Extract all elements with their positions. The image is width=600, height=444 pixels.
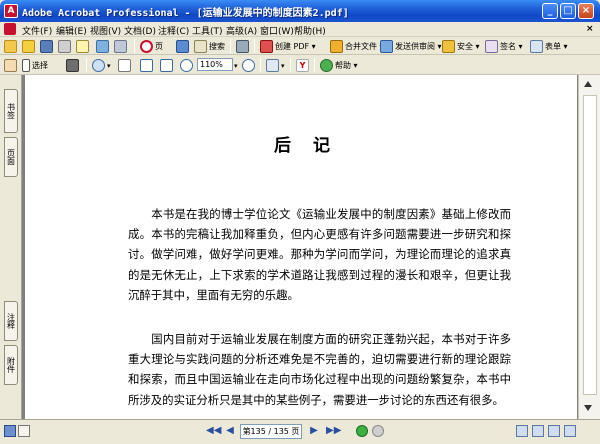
yahoo-icon[interactable]: Y [296, 58, 311, 73]
tab-comments[interactable]: 注释 [4, 301, 18, 341]
help-button[interactable]: 帮助 ▾ [320, 58, 358, 73]
pages-label: 页 [155, 42, 163, 51]
title-bar: A Adobe Acrobat Professional - [运输业发展中的制… [0, 0, 600, 22]
lock-icon [442, 40, 455, 53]
page-size-icon[interactable] [18, 425, 30, 437]
view-toolbar: 选择 ▾ 110% ▾ ▾ Y 帮助 ▾ [0, 55, 600, 75]
forms-button[interactable]: 表单 ▾ [530, 39, 568, 54]
create-pdf-label: 创建 PDF ▾ [275, 42, 316, 51]
tab-attachments[interactable]: 附件 [4, 345, 18, 385]
acrobat-app-icon[interactable]: A [4, 4, 18, 18]
create-pdf-icon[interactable] [4, 39, 19, 54]
continuous-facing-icon[interactable] [564, 425, 576, 437]
zoom-dropdown-icon[interactable]: ▾ [234, 58, 238, 73]
scroll-up-icon[interactable] [584, 81, 592, 87]
help-icon [320, 59, 333, 72]
next-page-icon[interactable]: ▶ [308, 425, 320, 437]
attach-icon[interactable] [114, 39, 129, 54]
zoom-level-input[interactable]: 110% [197, 58, 233, 71]
go-back-icon[interactable] [356, 425, 368, 437]
rotate-icon[interactable]: ▾ [266, 58, 285, 73]
scroll-down-icon[interactable] [584, 405, 592, 411]
menu-file[interactable]: 文件(F) [22, 24, 52, 37]
search-label: 搜索 [209, 42, 225, 51]
previous-page-icon[interactable]: ◀ [224, 425, 236, 437]
select-tool-button[interactable]: 选择 [22, 58, 48, 73]
send-review-label: 发送供审阅 ▾ [395, 42, 442, 51]
print-icon[interactable] [58, 39, 73, 54]
paragraph-2: 国内目前对于运输业发展在制度方面的研究正蓬勃兴起，本书对于许多重大理论与实践问题… [128, 332, 511, 407]
fit-width-icon[interactable] [160, 58, 175, 73]
document-menu-icon[interactable] [4, 23, 16, 35]
vertical-scrollbar[interactable] [578, 75, 600, 419]
scroll-track[interactable] [583, 95, 597, 395]
status-bar: ◀◀ ◀ 第135 / 135 页 ▶ ▶▶ [0, 419, 600, 444]
go-forward-icon[interactable] [372, 425, 384, 437]
first-page-icon[interactable]: ◀◀ [206, 425, 221, 437]
paragraph-1: 本书是在我的博士学位论文《运输业发展中的制度因素》基础上修改而成。本书的完稿让我… [128, 207, 511, 302]
menu-tools[interactable]: 工具(T) [192, 24, 223, 37]
navigation-panel: 书签 页面 注释 附件 [0, 75, 22, 419]
menu-document[interactable]: 文档(D) [124, 24, 156, 37]
fit-page-icon[interactable] [140, 58, 155, 73]
last-page-icon[interactable]: ▶▶ [326, 425, 341, 437]
facing-icon[interactable] [548, 425, 560, 437]
document-close-icon[interactable]: × [586, 24, 594, 34]
create-pdf-button[interactable]: 创建 PDF ▾ [260, 39, 316, 54]
search-button[interactable]: 搜索 [194, 39, 225, 54]
tab-bookmarks[interactable]: 书签 [4, 89, 18, 133]
pdf-page: 后记 本书是在我的博士学位论文《运输业发展中的制度因素》基础上修改而成。本书的完… [25, 75, 577, 419]
send-review-button[interactable]: 发送供审阅 ▾ [380, 39, 442, 54]
sign-button[interactable]: 签名 ▾ [485, 39, 523, 54]
open-icon[interactable] [22, 39, 37, 54]
find-icon[interactable] [176, 39, 191, 54]
zoom-in-icon[interactable] [242, 58, 257, 73]
email-icon[interactable] [76, 39, 91, 54]
tab-pages[interactable]: 页面 [4, 137, 18, 177]
sign-label: 签名 ▾ [500, 42, 523, 51]
continuous-icon[interactable] [532, 425, 544, 437]
menu-view[interactable]: 视图(V) [90, 24, 121, 37]
pen-icon [485, 40, 498, 53]
actual-size-icon[interactable] [118, 58, 133, 73]
select-label: 选择 [32, 61, 48, 70]
menu-advanced[interactable]: 高级(A) [226, 24, 257, 37]
snapshot-icon[interactable] [66, 58, 81, 73]
page-number-field[interactable]: 第135 / 135 页 [240, 424, 302, 439]
menu-help[interactable]: 帮助(H) [294, 24, 326, 37]
menu-edit[interactable]: 编辑(E) [56, 24, 87, 37]
help-label: 帮助 ▾ [335, 61, 358, 70]
save-icon[interactable] [40, 39, 55, 54]
pages-button[interactable]: 页 [140, 39, 163, 54]
maximize-button[interactable]: □ [560, 3, 576, 19]
forms-label: 表单 ▾ [545, 42, 568, 51]
form-icon [530, 40, 543, 53]
camera-icon[interactable] [236, 39, 251, 54]
select-icon [22, 59, 30, 72]
combine-files-label: 合并文件 ▾ [345, 42, 384, 51]
menu-bar: 文件(F) 编辑(E) 视图(V) 文档(D) 注释(C) 工具(T) 高级(A… [0, 22, 600, 37]
document-viewport[interactable]: 后记 本书是在我的博士学位论文《运输业发展中的制度因素》基础上修改而成。本书的完… [22, 75, 578, 419]
combine-files-button[interactable]: 合并文件 ▾ [330, 39, 384, 54]
file-toolbar: 页 搜索 创建 PDF ▾ 合并文件 ▾ 发送供审阅 ▾ 安全 ▾ 签名 ▾ 表… [0, 37, 600, 55]
window-title: Adobe Acrobat Professional - [运输业发展中的制度因… [22, 8, 349, 19]
menu-comments[interactable]: 注释(C) [158, 24, 189, 37]
organizer-icon[interactable] [96, 39, 111, 54]
pdf-page-icon [140, 40, 153, 53]
page-title: 后记 [274, 136, 352, 156]
page-layout-icon[interactable] [4, 425, 16, 437]
zoom-out-icon[interactable] [180, 58, 195, 73]
menu-window[interactable]: 窗口(W) [260, 24, 294, 37]
hand-icon[interactable] [4, 58, 19, 73]
single-page-icon[interactable] [516, 425, 528, 437]
search-icon [194, 40, 207, 53]
close-button[interactable]: × [578, 3, 594, 19]
secure-button[interactable]: 安全 ▾ [442, 39, 480, 54]
zoom-icon[interactable]: ▾ [92, 58, 111, 73]
secure-label: 安全 ▾ [457, 42, 480, 51]
minimize-button[interactable]: _ [542, 3, 558, 19]
